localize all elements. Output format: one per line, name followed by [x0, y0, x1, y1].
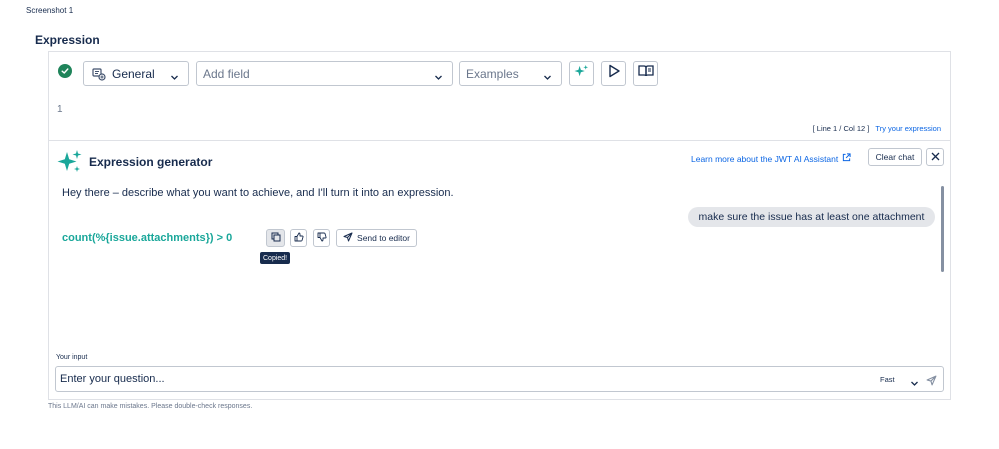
chat-scrollbar[interactable] — [941, 186, 944, 272]
ai-assistant-button[interactable] — [569, 61, 594, 86]
question-input[interactable] — [60, 371, 860, 387]
sparkle-icon — [574, 64, 589, 84]
send-to-editor-label: Send to editor — [357, 233, 410, 243]
user-message: make sure the issue has at least one att… — [688, 207, 935, 227]
cursor-position: [ Line 1 / Col 12 ] — [812, 124, 870, 133]
chevron-down-icon[interactable] — [910, 375, 919, 393]
generator-title: Expression generator — [89, 155, 213, 169]
chevron-down-icon — [170, 69, 179, 87]
editor-line-number: 1 — [57, 104, 63, 115]
context-select[interactable]: General — [83, 61, 189, 86]
context-icon — [91, 66, 107, 87]
sparkle-icon — [57, 149, 83, 180]
run-button[interactable] — [601, 61, 626, 86]
add-field-placeholder: Add field — [203, 67, 250, 81]
thumbs-up-button[interactable] — [290, 229, 307, 247]
context-select-value: General — [112, 67, 155, 81]
send-icon[interactable] — [926, 373, 937, 391]
thumbs-up-icon — [294, 229, 304, 247]
clear-chat-button[interactable]: Clear chat — [868, 148, 922, 166]
book-icon — [637, 64, 654, 83]
learn-more-label: Learn more about the JWT AI Assistant — [691, 153, 839, 164]
play-icon — [607, 64, 621, 83]
chevron-down-icon — [543, 69, 552, 87]
copy-icon — [271, 229, 281, 247]
screenshot-label: Screenshot 1 — [26, 6, 74, 15]
expression-panel: General Add field Examples 1 [Line 1 / … — [48, 51, 951, 400]
mode-select-value[interactable]: Fast — [880, 375, 895, 384]
copied-tooltip: Copied! — [260, 252, 291, 264]
send-icon — [343, 232, 353, 244]
examples-select[interactable]: Examples — [459, 61, 562, 86]
close-button[interactable] — [926, 148, 944, 166]
divider — [49, 140, 950, 141]
send-to-editor-button[interactable]: Send to editor — [336, 229, 417, 247]
documentation-button[interactable] — [633, 61, 658, 86]
section-title: Expression — [35, 33, 100, 47]
thumbs-down-icon — [317, 229, 327, 247]
assistant-greeting: Hey there – describe what you want to ac… — [62, 187, 454, 199]
add-field-select[interactable]: Add field — [196, 61, 453, 86]
check-circle-icon — [58, 64, 72, 78]
editor-status: [ Line 1 / Col 12 ] Try your expression — [813, 124, 941, 133]
ai-disclaimer: This LLM/AI can make mistakes. Please do… — [48, 403, 253, 410]
copy-button[interactable] — [266, 229, 285, 247]
chevron-down-icon — [434, 69, 443, 87]
expression-toolbar: General Add field Examples — [49, 52, 950, 96]
learn-more-link[interactable]: Learn more about the JWT AI Assistant — [691, 153, 851, 164]
input-label: Your input — [56, 354, 88, 361]
examples-placeholder: Examples — [466, 67, 519, 81]
question-input-box: Fast — [55, 366, 944, 392]
try-expression-link[interactable]: Try your expression — [875, 124, 941, 133]
thumbs-down-button[interactable] — [313, 229, 330, 247]
external-link-icon — [842, 153, 851, 164]
close-icon — [931, 148, 940, 166]
generated-expression: count(%{issue.attachments}) > 0 — [62, 232, 233, 244]
